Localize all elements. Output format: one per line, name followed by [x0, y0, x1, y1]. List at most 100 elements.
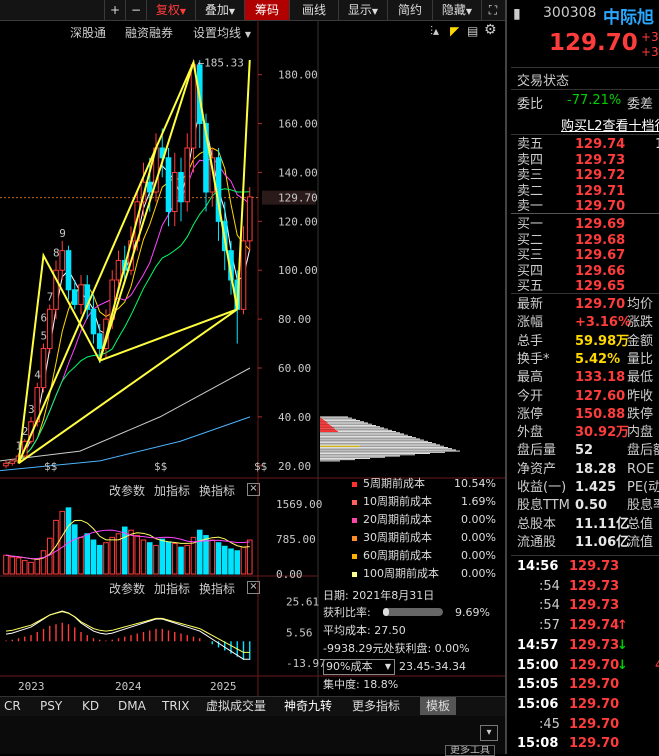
candle-body	[165, 157, 172, 213]
stat-value: 133.18	[575, 370, 626, 386]
y-tick-label: 120.00	[278, 215, 318, 228]
wave-label: 8	[53, 246, 60, 259]
tick-time: 15:05	[517, 677, 559, 693]
volume-bar	[184, 544, 191, 575]
volume-bar	[3, 554, 9, 575]
tick-price: 129.73	[569, 637, 620, 653]
ind-add-indicator-button[interactable]: 加指标	[154, 580, 190, 597]
tick-price: 129.70	[569, 657, 620, 673]
volume-bar	[59, 510, 66, 575]
candle-body	[96, 333, 103, 349]
volume-bar	[240, 546, 247, 575]
stat-label: 今开	[517, 388, 544, 404]
tab-kd[interactable]: KD	[82, 697, 99, 715]
stat-value: 127.60	[575, 388, 626, 404]
divider	[511, 213, 659, 214]
tick-time: 15:06	[517, 696, 559, 712]
legend-item: 100周期前成本 0.00%	[352, 565, 500, 582]
chip-avg-cost: 平均成本: 27.50	[323, 624, 406, 637]
chip-profit-label: 获利比率:	[323, 606, 371, 619]
divider	[511, 89, 659, 90]
ind-edit-params-button[interactable]: 改参数	[109, 580, 145, 597]
stat-label: 涨停	[517, 406, 544, 422]
tick-time: :57	[539, 618, 560, 634]
weibi-label: 委比	[517, 97, 544, 112]
candle-body	[71, 289, 78, 305]
tab-virtual-volume[interactable]: 虚拟成交量	[206, 697, 266, 715]
tick-price: 129.70	[569, 716, 620, 732]
last-price: 129.70	[549, 30, 638, 56]
display-button[interactable]: 显示▼	[338, 0, 387, 20]
signal-marker: $$	[44, 460, 57, 473]
fullscreen-icon[interactable]: ⛶	[481, 0, 504, 20]
stat-value: 11.06亿	[575, 534, 630, 550]
stat-label: 股息TTM	[517, 498, 570, 514]
legend-label: 10周期前成本	[363, 495, 432, 508]
stat-right-label: 流值	[627, 534, 654, 550]
vol-close-icon[interactable]: ×	[247, 483, 260, 496]
tab-template[interactable]: 模板	[420, 697, 457, 715]
zoom-out-button[interactable]: −	[125, 0, 146, 20]
dropdown-arrow-icon: ▼	[228, 7, 236, 16]
y-tick-label: 20.00	[278, 460, 311, 473]
draw-line-button[interactable]: 画线	[289, 0, 338, 20]
wave-label: 5	[41, 330, 48, 343]
legend-swatch	[352, 553, 357, 559]
chip-button[interactable]: 筹码	[244, 0, 289, 20]
menu-icon[interactable]: ▮	[513, 6, 521, 22]
stat-value: 59.98万	[575, 333, 630, 349]
cost-select-dropdown[interactable]: 90%成本 ▼	[323, 659, 395, 675]
tick-volume: 4	[655, 656, 659, 676]
tick-time: 14:57	[517, 637, 559, 653]
trade-status-title: 交易状态	[517, 74, 570, 89]
volume-bar	[65, 507, 72, 575]
tab-cr[interactable]: CR	[4, 697, 21, 715]
volume-bar	[159, 538, 166, 575]
tick-price: 129.73	[569, 559, 620, 574]
dropdown-arrow-icon: ▼	[179, 7, 187, 16]
tick-price: 129.73	[569, 598, 620, 614]
vol-edit-params-button[interactable]: 改参数	[109, 482, 145, 499]
y-tick-label: 100.00	[278, 264, 318, 277]
collapse-icon[interactable]: ▾	[480, 725, 498, 741]
tick-price: 129.73	[569, 578, 620, 594]
candle-body	[9, 460, 16, 464]
legend-swatch	[352, 535, 357, 541]
tick-time: 15:08	[517, 736, 559, 752]
tick-time: 14:56	[517, 559, 559, 574]
volume-bar	[28, 561, 34, 575]
tab-magic-nine[interactable]: 神奇九转	[284, 697, 332, 715]
restore-rights-button[interactable]: 复权▼	[146, 0, 195, 20]
vol-switch-indicator-button[interactable]: 换指标	[199, 482, 235, 499]
legend-swatch	[352, 517, 357, 523]
stat-label: 总股本	[517, 516, 557, 532]
down-arrow-icon: ↓	[617, 657, 628, 673]
tab-dma[interactable]: DMA	[118, 697, 146, 715]
tab-trix[interactable]: TRIX	[162, 697, 189, 715]
vol-add-indicator-button[interactable]: 加指标	[154, 482, 190, 499]
more-tools-button[interactable]: 更多工具	[445, 745, 495, 756]
ind-close-icon[interactable]: ×	[247, 581, 260, 594]
volume-bar	[128, 529, 134, 575]
divider	[511, 67, 659, 68]
simple-button[interactable]: 简约	[387, 0, 432, 20]
legend-item: 10周期前成本 1.69%	[352, 493, 500, 510]
ind-switch-indicator-button[interactable]: 换指标	[199, 580, 235, 597]
legend-value: 0.00%	[461, 549, 496, 562]
cost-range: 23.45-34.34	[399, 660, 466, 673]
candle-body	[90, 308, 97, 335]
volume-bar	[15, 557, 22, 575]
tick-price: 129.70	[569, 696, 620, 712]
zoom-in-button[interactable]: +	[104, 0, 125, 20]
volume-bar	[109, 536, 116, 575]
profit-ratio-bar	[383, 608, 443, 616]
stat-label: 换手*	[517, 351, 550, 367]
stat-label: 收益(一)	[517, 480, 567, 495]
legend-swatch	[352, 571, 357, 577]
buy-l2-link[interactable]: 购买L2查看十档行	[561, 115, 659, 134]
candle-body	[40, 347, 47, 389]
overlay-button[interactable]: 叠加▼	[195, 0, 244, 20]
hide-button[interactable]: 隐藏▼	[432, 0, 481, 20]
tab-more-indicators[interactable]: 更多指标	[352, 697, 400, 715]
tab-psy[interactable]: PSY	[40, 697, 62, 715]
